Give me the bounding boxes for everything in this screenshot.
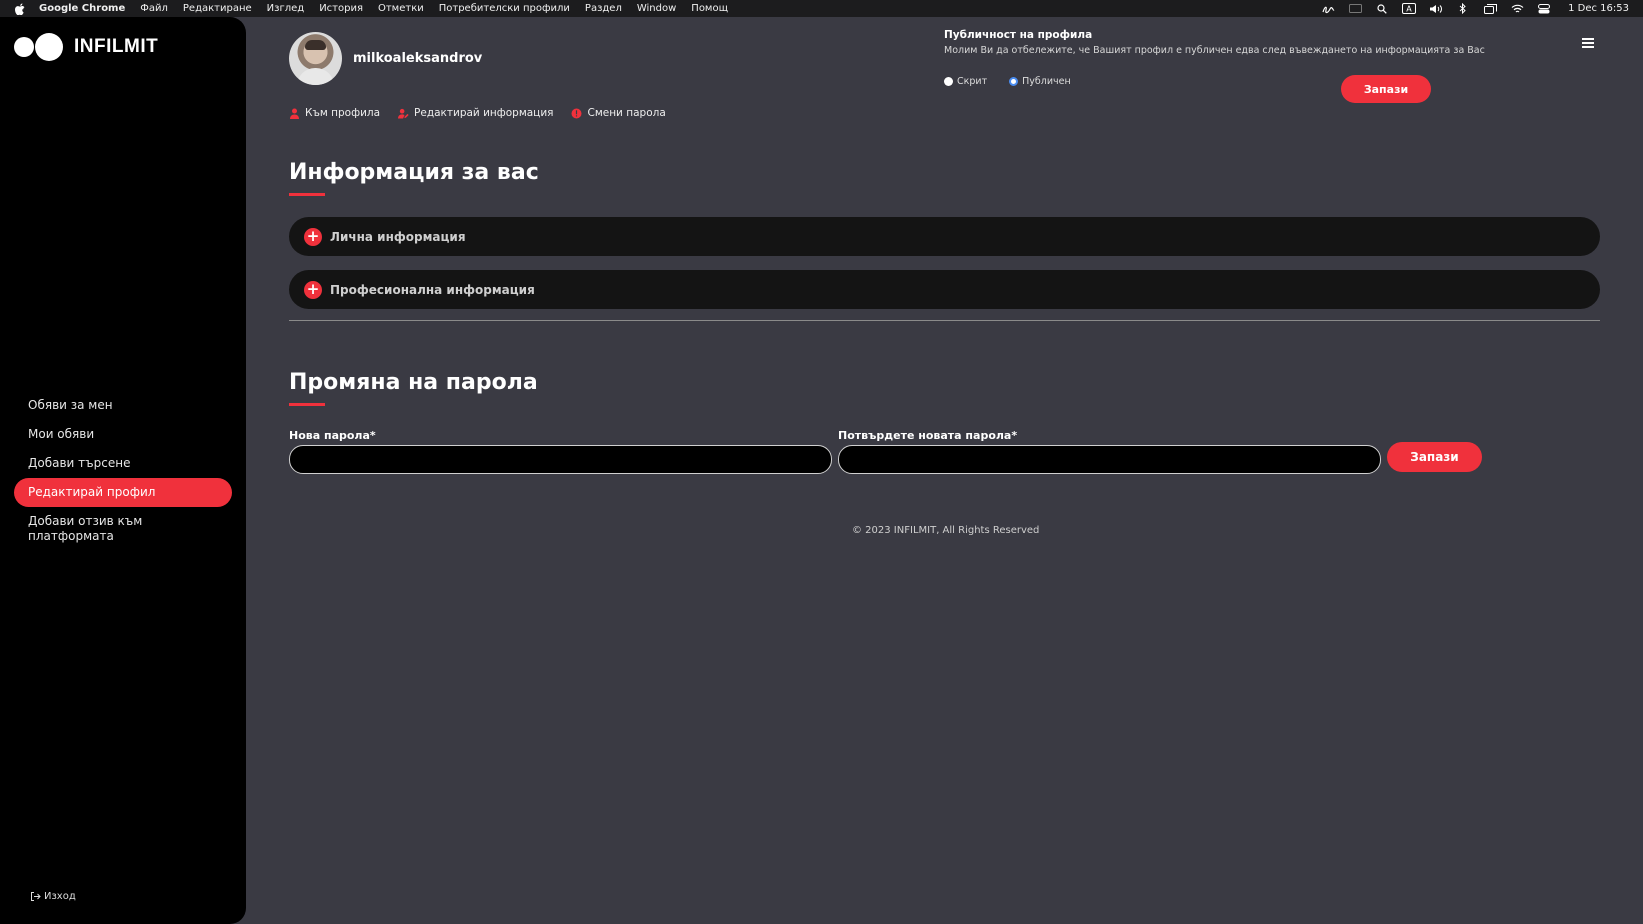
alert-icon <box>571 108 582 119</box>
tab-label: Към профила <box>305 107 381 119</box>
password-section-title: Промяна на парола <box>289 370 538 395</box>
menu-app-name[interactable]: Google Chrome <box>39 3 125 14</box>
plus-icon: + <box>304 227 322 246</box>
svg-text:A: A <box>1406 5 1412 14</box>
bluetooth-icon[interactable] <box>1456 3 1470 14</box>
logo[interactable]: INFILMIT <box>14 33 158 61</box>
apple-icon[interactable] <box>14 3 25 15</box>
sidebar-item-edit-profile[interactable]: Редактирай профил <box>14 478 232 507</box>
sidebar-nav: Обяви за мен Мои обяви Добави търсене Ре… <box>14 391 232 551</box>
logout-label: Изход <box>44 891 76 902</box>
accordion-label: Лична информация <box>330 229 466 244</box>
menu-view[interactable]: Изглед <box>267 3 305 14</box>
menu-tab[interactable]: Раздел <box>585 3 622 14</box>
search-icon[interactable] <box>1375 3 1389 14</box>
screen-icon[interactable] <box>1348 3 1362 14</box>
sidebar-item-listings-for-me[interactable]: Обяви за мен <box>14 391 232 420</box>
radio-hidden-label: Скрит <box>957 76 988 87</box>
sidebar: INFILMIT Обяви за мен Мои обяви Добави т… <box>0 17 246 924</box>
tab-label: Смени парола <box>587 107 666 119</box>
accordion-label: Професионална информация <box>330 282 535 297</box>
footer-copyright: © 2023 INFILMIT, All Rights Reserved <box>852 525 1040 536</box>
hamburger-menu-icon[interactable] <box>1582 38 1594 48</box>
accordion-personal-info[interactable]: + Лична информация <box>289 217 1600 256</box>
save-password-button[interactable]: Запази <box>1387 442 1482 472</box>
sidebar-item-add-review[interactable]: Добави отзив към платформата <box>14 507 232 551</box>
plus-icon: + <box>304 280 322 299</box>
wifi-icon[interactable] <box>1510 3 1524 14</box>
accordion-professional-info[interactable]: + Професионална информация <box>289 270 1600 309</box>
menu-bookmarks[interactable]: Отметки <box>378 3 424 14</box>
radio-public[interactable]: Публичен <box>1009 76 1071 87</box>
signature-icon[interactable] <box>1321 3 1335 14</box>
save-publicity-button[interactable]: Запази <box>1341 75 1431 103</box>
password-section-underline <box>289 403 325 406</box>
keyboard-input-icon[interactable]: A <box>1402 3 1417 14</box>
logout-button[interactable]: Изход <box>30 891 76 902</box>
volume-icon[interactable] <box>1429 3 1443 14</box>
radio-hidden-dot[interactable] <box>944 77 953 86</box>
confirm-password-input[interactable] <box>838 445 1381 474</box>
radio-hidden[interactable]: Скрит <box>944 76 987 87</box>
new-password-label: Нова парола* <box>289 429 376 442</box>
info-section-title: Информация за вас <box>289 160 539 185</box>
username: milkoaleksandrov <box>353 51 483 66</box>
publicity-title: Публичност на профила <box>944 29 1093 41</box>
user-edit-icon <box>398 108 409 119</box>
menu-profiles[interactable]: Потребителски профили <box>439 3 570 14</box>
tab-to-profile[interactable]: Към профила <box>289 107 380 119</box>
control-center-icon[interactable] <box>1537 3 1551 14</box>
logo-mark-icon <box>14 33 63 61</box>
tab-change-password[interactable]: Смени парола <box>571 107 666 119</box>
confirm-password-label: Потвърдете новата парола* <box>838 429 1018 442</box>
publicity-radio-group: Скрит Публичен <box>944 76 1093 87</box>
tab-edit-information[interactable]: Редактирай информация <box>398 107 553 119</box>
window-switch-icon[interactable] <box>1483 3 1497 14</box>
profile-tabs: Към профила Редактирай информация Смени … <box>289 107 684 119</box>
logo-text: INFILMIT <box>74 36 159 57</box>
logout-icon <box>30 891 41 902</box>
menu-history[interactable]: История <box>319 3 363 14</box>
menu-edit[interactable]: Редактиране <box>183 3 252 14</box>
menu-window[interactable]: Window <box>637 3 676 14</box>
publicity-description: Молим Ви да отбележите, че Вашият профил… <box>944 45 1485 56</box>
sidebar-item-add-search[interactable]: Добави търсене <box>14 449 232 478</box>
menu-bar: Google Chrome Файл Редактиране Изглед Ис… <box>0 0 1643 17</box>
menu-clock[interactable]: 1 Dec 16:53 <box>1568 3 1629 14</box>
avatar[interactable] <box>289 32 342 85</box>
radio-public-label: Публичен <box>1022 76 1071 87</box>
divider <box>289 320 1600 321</box>
profile-publicity: Публичност на профила Молим Ви да отбеле… <box>944 29 1485 56</box>
menu-help[interactable]: Помощ <box>691 3 728 14</box>
user-icon <box>289 108 300 119</box>
menu-file[interactable]: Файл <box>140 3 168 14</box>
sidebar-item-my-listings[interactable]: Мои обяви <box>14 420 232 449</box>
new-password-input[interactable] <box>289 445 832 474</box>
radio-public-dot[interactable] <box>1009 77 1019 86</box>
tab-label: Редактирай информация <box>414 107 554 119</box>
info-section-underline <box>289 193 325 196</box>
